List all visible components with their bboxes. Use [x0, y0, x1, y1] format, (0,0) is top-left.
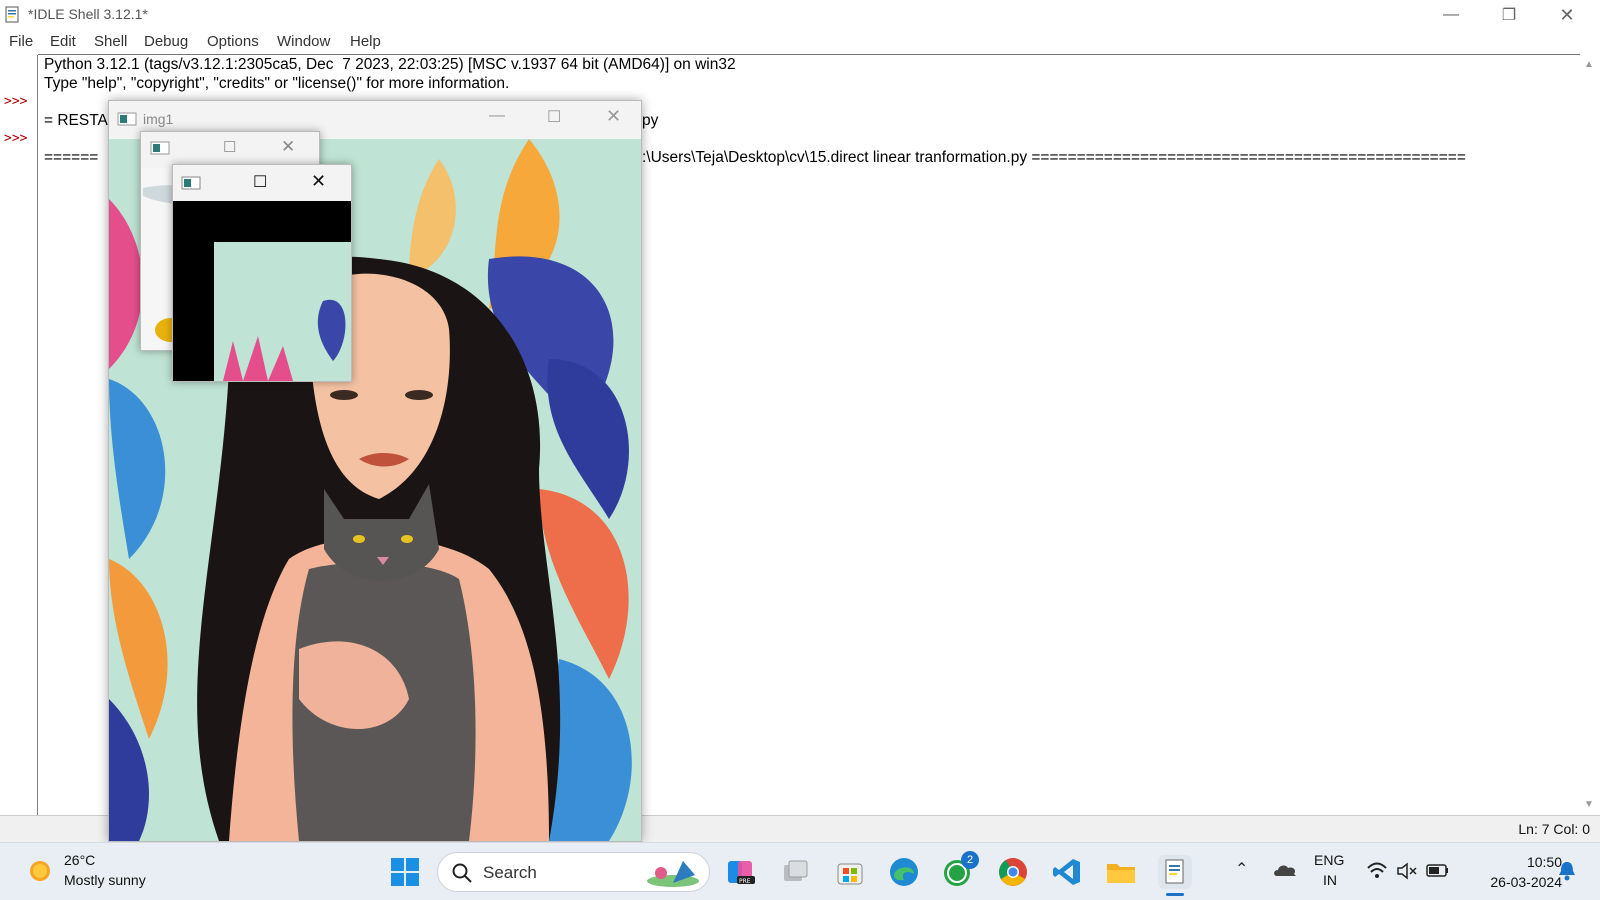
menu-help[interactable]: Help [350, 33, 381, 50]
python-idle-icon [5, 6, 19, 23]
title-bar: *IDLE Shell 3.12.1* — ❐ ✕ [0, 0, 1600, 30]
img1-title: img1 [143, 111, 174, 127]
shell-output-line: ====== [44, 149, 99, 166]
menu-edit[interactable]: Edit [50, 33, 76, 50]
menu-options[interactable]: Options [207, 33, 259, 50]
close-icon[interactable]: ✕ [606, 106, 621, 127]
image-window-3[interactable]: ☐ ✕ [172, 164, 352, 382]
menu-shell[interactable]: Shell [94, 33, 127, 50]
weather-description[interactable]: Mostly sunny [64, 872, 146, 888]
vertical-scrollbar[interactable]: ▲ ▼ [1578, 55, 1600, 815]
minimize-button[interactable]: — [1422, 0, 1480, 30]
taskbar: 26°C Mostly sunny Search PRE 2 ⌃ ENG IN … [0, 842, 1600, 900]
menu-file[interactable]: File [9, 33, 33, 50]
svg-text:PRE: PRE [739, 878, 751, 885]
shell-output-line: Python 3.12.1 (tags/v3.12.1:2305ca5, Dec… [44, 56, 736, 73]
chevron-up-icon[interactable]: ⌃ [1235, 859, 1248, 879]
menu-debug[interactable]: Debug [144, 33, 188, 50]
shell-output-line: py [642, 112, 659, 129]
microsoft-store-icon[interactable] [833, 855, 867, 889]
onedrive-icon[interactable] [1272, 860, 1298, 882]
wifi-icon[interactable] [1366, 861, 1388, 881]
shell-output-line: = RESTA [44, 112, 108, 129]
battery-icon[interactable] [1426, 862, 1450, 880]
system-clock[interactable]: 10:50 26-03-2024 [1490, 852, 1562, 892]
maximize-icon[interactable]: ☐ [547, 107, 561, 127]
whatsapp-icon[interactable]: 2 [941, 851, 979, 889]
chrome-icon[interactable] [996, 855, 1030, 889]
close-icon[interactable]: ✕ [281, 137, 295, 157]
notification-bell-icon[interactable] [1557, 860, 1577, 882]
search-placeholder: Search [483, 863, 537, 882]
search-icon [452, 863, 472, 883]
language-region[interactable]: IN [1323, 872, 1337, 888]
vscode-icon[interactable] [1050, 855, 1084, 889]
opencv-window-icon [117, 112, 137, 126]
speaker-muted-icon[interactable] [1396, 861, 1418, 881]
file-explorer-icon[interactable] [1104, 855, 1138, 889]
cursor-position: Ln: 7 Col: 0 [1518, 821, 1590, 837]
weather-temperature[interactable]: 26°C [64, 852, 95, 868]
task-view-icon[interactable] [778, 855, 812, 889]
prompt-gutter: >>> >>> [0, 55, 38, 815]
language-indicator[interactable]: ENG [1314, 852, 1344, 868]
clock-time: 10:50 [1526, 854, 1562, 870]
shell-output-line: :\Users\Teja\Desktop\cv\15.direct linear… [642, 149, 1466, 166]
menu-bar: File Edit Shell Debug Options Window Hel… [0, 30, 1600, 54]
scroll-down-icon[interactable]: ▼ [1584, 799, 1594, 810]
menu-window[interactable]: Window [277, 33, 330, 50]
search-highlight-image [647, 861, 699, 887]
weather-sun-icon [30, 861, 50, 881]
scroll-up-icon[interactable]: ▲ [1584, 59, 1594, 70]
maximize-icon[interactable]: ☐ [253, 172, 267, 192]
close-icon[interactable]: ✕ [311, 171, 326, 192]
close-button[interactable]: ✕ [1538, 0, 1596, 30]
window-2-title-bar[interactable]: ☐ ✕ [141, 132, 319, 168]
maximize-icon[interactable]: ☐ [223, 138, 236, 156]
copilot-icon[interactable]: PRE [724, 855, 758, 889]
warped-image [173, 201, 351, 381]
shell-prompt: >>> [4, 94, 28, 109]
window-title: *IDLE Shell 3.12.1* [28, 6, 148, 22]
clock-date: 26-03-2024 [1490, 874, 1562, 890]
opencv-window-icon [150, 141, 170, 155]
active-indicator [1166, 893, 1184, 896]
restore-button[interactable]: ❐ [1480, 0, 1538, 30]
window-3-title-bar[interactable]: ☐ ✕ [173, 165, 351, 201]
idle-taskbar-icon[interactable] [1158, 855, 1192, 896]
whatsapp-badge: 2 [961, 851, 979, 869]
edge-icon[interactable] [887, 855, 921, 889]
windows-start-icon[interactable] [388, 855, 422, 889]
opencv-window-icon [181, 176, 201, 190]
minimize-icon[interactable]: — [489, 107, 505, 125]
shell-prompt: >>> [4, 131, 28, 146]
shell-output-line: Type "help", "copyright", "credits" or "… [44, 75, 510, 92]
taskbar-search-box[interactable]: Search [437, 852, 710, 892]
